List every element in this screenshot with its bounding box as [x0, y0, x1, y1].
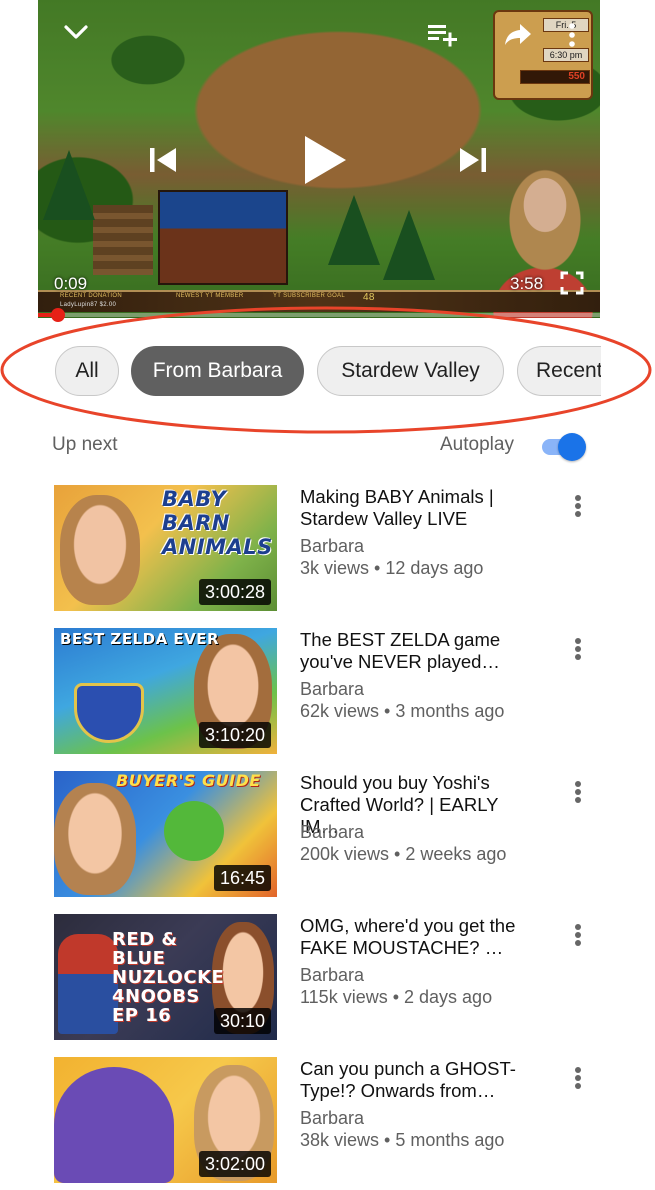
chip-stardew-valley[interactable]: Stardew Valley — [317, 346, 504, 396]
video-player[interactable]: Fri. 5 6:30 pm 550 RECENT DONATION LadyL… — [38, 0, 600, 318]
video-thumbnail[interactable]: 3:02:00 — [54, 1057, 277, 1183]
thumbnail-face — [54, 783, 136, 895]
add-to-queue-icon[interactable] — [426, 20, 460, 50]
total-duration: 3:58 — [510, 274, 544, 293]
more-vert-icon[interactable] — [564, 20, 580, 50]
thumbnail-text: BEST ZELDA EVER — [60, 630, 220, 648]
skip-next-icon[interactable] — [453, 140, 493, 180]
video-title[interactable]: Making BABY Animals | Stardew Valley LIV… — [300, 486, 540, 530]
up-next-label: Up next — [52, 434, 118, 455]
thumbnail-text: BUYER'S GUIDE — [116, 771, 261, 790]
video-channel: Barbara — [300, 1108, 365, 1128]
current-time: 0:09 — [54, 274, 88, 293]
video-duration: 16:45 — [213, 865, 271, 891]
video-duration: 3:00:28 — [198, 579, 271, 605]
thumbnail-face — [60, 495, 140, 605]
video-title[interactable]: OMG, where'd you get the FAKE MOUSTACHE?… — [300, 915, 540, 959]
fullscreen-icon[interactable] — [560, 270, 584, 296]
video-duration: 3:10:20 — [198, 722, 271, 748]
autoplay-toggle-thumb — [558, 433, 586, 461]
video-thumbnail[interactable]: BABY BARN ANIMALS 3:00:28 — [54, 485, 277, 611]
filter-chips-row: All From Barbara Stardew Valley Recent — [0, 340, 655, 402]
video-list-item[interactable]: BABY BARN ANIMALS 3:00:28 Making BABY An… — [0, 485, 655, 613]
more-vert-icon[interactable] — [566, 489, 590, 521]
video-list-item[interactable]: 3:02:00 Can you punch a GHOST-Type!? Onw… — [0, 1057, 655, 1185]
chip-all[interactable]: All — [55, 346, 119, 396]
video-meta: 62k views • 3 months ago — [300, 701, 505, 721]
video-meta: 38k views • 5 months ago — [300, 1130, 505, 1150]
thumbnail-yoshi — [164, 801, 224, 861]
video-meta: 115k views • 2 days ago — [300, 987, 493, 1007]
share-icon[interactable] — [503, 20, 533, 48]
video-channel: Barbara — [300, 822, 365, 842]
thumbnail-text: RED & BLUE NUZLOCKE 4NOOBS EP 16 — [112, 929, 225, 1026]
autoplay-toggle[interactable] — [540, 433, 586, 461]
more-vert-icon[interactable] — [566, 1061, 590, 1093]
video-thumbnail[interactable]: RED & BLUE NUZLOCKE 4NOOBS EP 16 30:10 — [54, 914, 277, 1040]
video-thumbnail[interactable]: BUYER'S GUIDE 16:45 — [54, 771, 277, 897]
thumbnail-figure — [58, 934, 118, 1034]
video-meta: 3k views • 12 days ago — [300, 558, 484, 578]
video-list-item[interactable]: BUYER'S GUIDE 16:45 Should you buy Yoshi… — [0, 771, 655, 899]
skip-previous-icon[interactable] — [143, 140, 183, 180]
more-vert-icon[interactable] — [566, 775, 590, 807]
video-title[interactable]: Can you punch a GHOST-Type!? Onwards fro… — [300, 1058, 540, 1102]
video-title[interactable]: The BEST ZELDA game you've NEVER played… — [300, 629, 540, 673]
progress-scrubber[interactable] — [51, 308, 65, 322]
more-vert-icon[interactable] — [566, 918, 590, 950]
more-vert-icon[interactable] — [566, 632, 590, 664]
thumbnail-shield — [74, 683, 144, 743]
chevron-down-icon[interactable] — [62, 18, 90, 46]
video-duration: 30:10 — [213, 1008, 271, 1034]
chip-recent[interactable]: Recent — [517, 346, 601, 396]
autoplay-label: Autoplay — [440, 434, 514, 455]
chip-from-barbara[interactable]: From Barbara — [131, 346, 304, 396]
video-meta: 200k views • 2 weeks ago — [300, 844, 507, 864]
video-list-item[interactable]: BEST ZELDA EVER 3:10:20 The BEST ZELDA g… — [0, 628, 655, 756]
play-icon[interactable] — [300, 132, 350, 188]
video-list-item[interactable]: RED & BLUE NUZLOCKE 4NOOBS EP 16 30:10 O… — [0, 914, 655, 1042]
video-thumbnail[interactable]: BEST ZELDA EVER 3:10:20 — [54, 628, 277, 754]
thumbnail-text: BABY BARN ANIMALS — [162, 487, 273, 559]
video-channel: Barbara — [300, 965, 365, 985]
video-duration: 3:02:00 — [198, 1151, 271, 1177]
thumbnail-gengar — [54, 1067, 174, 1183]
progress-bar[interactable] — [38, 313, 600, 317]
video-channel: Barbara — [300, 679, 365, 699]
video-channel: Barbara — [300, 536, 365, 556]
